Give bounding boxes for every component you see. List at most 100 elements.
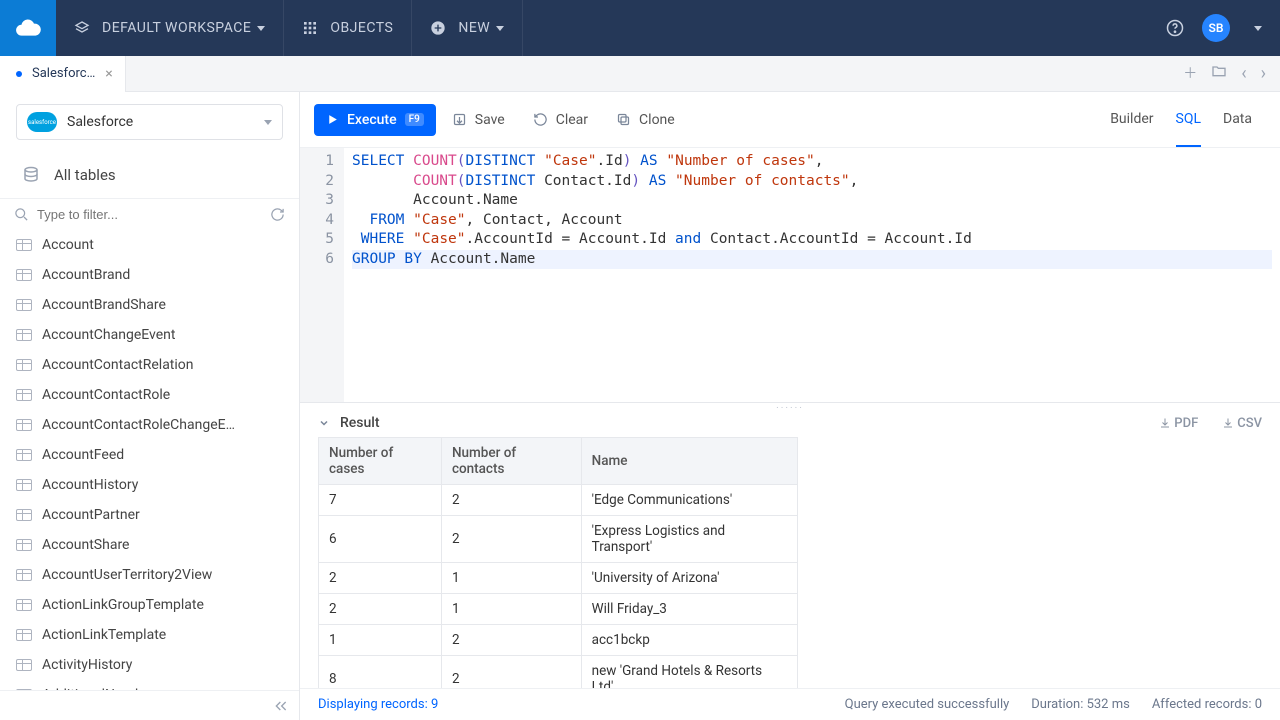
- connection-select[interactable]: salesforce Salesforce: [16, 104, 283, 140]
- chevron-down-icon: [496, 26, 504, 31]
- table-filter: [0, 199, 299, 230]
- table-row[interactable]: 62'Express Logistics and Transport': [319, 516, 798, 563]
- table-name: Account: [42, 237, 94, 253]
- table-item[interactable]: AccountHistory: [0, 470, 299, 500]
- table-item[interactable]: AccountUserTerritory2View: [0, 560, 299, 590]
- cloud-icon: [15, 15, 41, 41]
- column-header[interactable]: Number of cases: [319, 438, 442, 485]
- result-table: Number of casesNumber of contactsName72'…: [318, 437, 798, 688]
- clone-label: Clone: [639, 112, 675, 128]
- plus-circle-icon: [430, 20, 446, 36]
- editor-tab-strip: Salesforc… × ＋ ‹ ›: [0, 56, 1280, 92]
- table-name: ActivityHistory: [42, 657, 132, 673]
- cell: 1: [319, 625, 442, 656]
- table-icon: [16, 329, 32, 341]
- user-avatar[interactable]: SB: [1202, 14, 1230, 42]
- table-item[interactable]: AccountContactRelation: [0, 350, 299, 380]
- chevron-down-icon[interactable]: [1254, 26, 1262, 31]
- table-icon: [16, 599, 32, 611]
- table-item[interactable]: ActionLinkGroupTemplate: [0, 590, 299, 620]
- table-icon: [16, 659, 32, 671]
- download-icon: [1159, 417, 1171, 429]
- table-name: AccountHistory: [42, 477, 138, 493]
- workspace-label: DEFAULT WORKSPACE: [102, 20, 251, 36]
- new-tab-button[interactable]: ＋: [1183, 63, 1197, 84]
- code-area[interactable]: SELECT COUNT(DISTINCT "Case".Id) AS "Num…: [344, 148, 1280, 402]
- clone-button[interactable]: Clone: [604, 104, 687, 136]
- table-item[interactable]: AccountFeed: [0, 440, 299, 470]
- save-icon: [452, 112, 467, 127]
- content-area: Execute F9 Save Clear Clone Builder SQL …: [300, 92, 1280, 720]
- table-item[interactable]: ActivityHistory: [0, 650, 299, 680]
- table-row[interactable]: 72'Edge Communications': [319, 485, 798, 516]
- workspace-icon: [74, 20, 90, 36]
- cell: 'Express Logistics and Transport': [581, 516, 797, 563]
- cell: 2: [441, 625, 581, 656]
- all-tables-label: All tables: [54, 166, 116, 184]
- chevron-down-icon[interactable]: [318, 417, 330, 429]
- table-list: AccountAccountBrandAccountBrandShareAcco…: [0, 230, 299, 690]
- connection-name: Salesforce: [67, 114, 133, 130]
- clear-button[interactable]: Clear: [521, 104, 600, 136]
- tab-builder[interactable]: Builder: [1110, 111, 1153, 147]
- sql-editor[interactable]: 123456 SELECT COUNT(DISTINCT "Case".Id) …: [300, 148, 1280, 402]
- column-header[interactable]: Number of contacts: [441, 438, 581, 485]
- cell: new 'Grand Hotels & Resorts Ltd': [581, 656, 797, 689]
- help-icon[interactable]: [1166, 19, 1184, 37]
- workspace-menu[interactable]: DEFAULT WORKSPACE: [56, 0, 284, 56]
- execute-shortcut: F9: [405, 113, 424, 126]
- copy-icon: [616, 112, 631, 127]
- table-row[interactable]: 82new 'Grand Hotels & Resorts Ltd': [319, 656, 798, 689]
- query-toolbar: Execute F9 Save Clear Clone Builder SQL …: [300, 92, 1280, 148]
- tab-sql[interactable]: SQL: [1176, 111, 1201, 147]
- table-item[interactable]: AdditionalNumber: [0, 680, 299, 690]
- export-pdf-button[interactable]: PDF: [1159, 416, 1198, 431]
- table-item[interactable]: AccountPartner: [0, 500, 299, 530]
- nav-back-button[interactable]: ‹: [1241, 63, 1246, 84]
- folder-icon[interactable]: [1211, 63, 1227, 79]
- editor-tab[interactable]: Salesforc… ×: [0, 56, 126, 92]
- table-icon: [16, 629, 32, 641]
- column-header[interactable]: Name: [581, 438, 797, 485]
- table-row[interactable]: 21'University of Arizona': [319, 563, 798, 594]
- table-item[interactable]: AccountContactRoleChangeE…: [0, 410, 299, 440]
- query-duration: Duration: 532 ms: [1031, 697, 1130, 712]
- objects-menu[interactable]: OBJECTS: [284, 0, 412, 56]
- table-item[interactable]: AccountBrand: [0, 260, 299, 290]
- app-logo[interactable]: [0, 0, 56, 56]
- all-tables-header[interactable]: All tables: [0, 152, 299, 199]
- filter-input[interactable]: [37, 207, 262, 222]
- export-csv-button[interactable]: CSV: [1222, 416, 1262, 431]
- table-item[interactable]: ActionLinkTemplate: [0, 620, 299, 650]
- table-item[interactable]: AccountContactRole: [0, 380, 299, 410]
- table-name: ActionLinkGroupTemplate: [42, 597, 204, 613]
- execute-button[interactable]: Execute F9: [314, 104, 436, 136]
- play-icon: [326, 113, 339, 126]
- close-icon[interactable]: ×: [105, 66, 112, 82]
- tab-data[interactable]: Data: [1223, 111, 1252, 147]
- cell: 2: [441, 656, 581, 689]
- cell: 8: [319, 656, 442, 689]
- line-gutter: 123456: [300, 148, 344, 402]
- table-item[interactable]: AccountChangeEvent: [0, 320, 299, 350]
- table-item[interactable]: Account: [0, 230, 299, 260]
- nav-forward-button[interactable]: ›: [1261, 63, 1266, 84]
- collapse-sidebar-icon[interactable]: [273, 698, 289, 714]
- save-button[interactable]: Save: [440, 104, 517, 136]
- table-item[interactable]: AccountShare: [0, 530, 299, 560]
- query-status: Query executed successfully: [845, 697, 1010, 712]
- cell: 'University of Arizona': [581, 563, 797, 594]
- cell: 2: [441, 516, 581, 563]
- table-icon: [16, 509, 32, 521]
- cell: 7: [319, 485, 442, 516]
- new-menu[interactable]: NEW: [412, 0, 523, 56]
- cell: 2: [319, 563, 442, 594]
- top-navbar: DEFAULT WORKSPACE OBJECTS NEW SB: [0, 0, 1280, 56]
- table-item[interactable]: AccountBrandShare: [0, 290, 299, 320]
- table-icon: [16, 539, 32, 551]
- chevron-down-icon: [264, 120, 272, 125]
- table-row[interactable]: 21Will Friday_3: [319, 594, 798, 625]
- table-row[interactable]: 12acc1bckp: [319, 625, 798, 656]
- table-icon: [16, 479, 32, 491]
- refresh-icon[interactable]: [270, 207, 285, 222]
